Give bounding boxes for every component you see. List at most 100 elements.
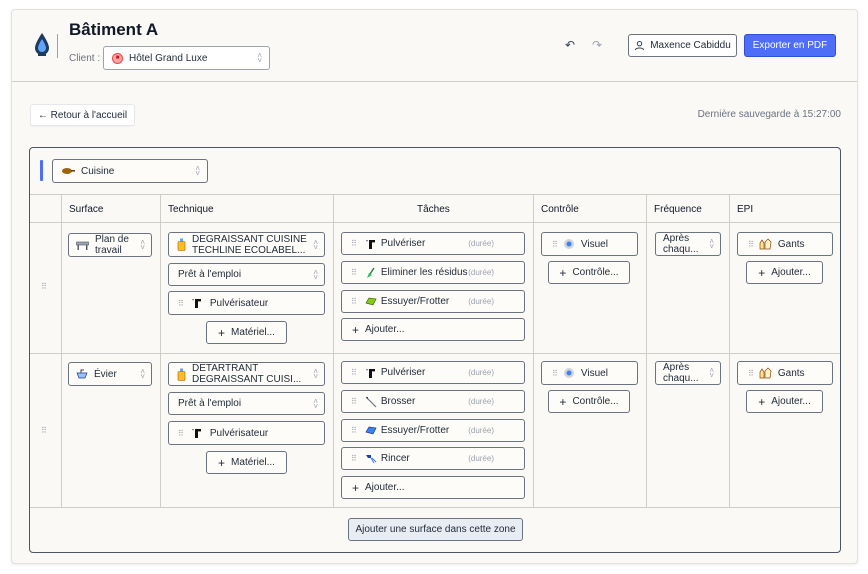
control-item[interactable]: ⠿ Visuel xyxy=(541,232,638,256)
surface-select[interactable]: Plan de travail ˄ ˅ xyxy=(68,233,152,257)
surface-line2: travail xyxy=(95,245,122,256)
last-save-status: Dernière sauvegarde à 15:27:00 xyxy=(697,109,841,120)
add-control-button[interactable]: + Contrôle... xyxy=(548,390,630,413)
undo-icon[interactable]: ↶ xyxy=(565,38,575,52)
frequency-select[interactable]: Après chaqu... ˄ ˅ xyxy=(655,361,721,385)
frequency-line1: Après xyxy=(663,362,690,373)
chevron-updown-icon: ˄ ˅ xyxy=(313,267,318,282)
drag-handle-icon[interactable]: ⠿ xyxy=(178,429,184,438)
zone-accent-bar xyxy=(40,160,43,181)
col-divider xyxy=(646,194,647,507)
hotel-icon: ■ xyxy=(112,52,123,64)
drag-handle-icon[interactable]: ⠿ xyxy=(41,282,47,291)
zone-select[interactable]: Cuisine ˄ ˅ xyxy=(52,159,208,183)
sink-icon xyxy=(76,369,88,379)
control-item[interactable]: ⠿ Visuel xyxy=(541,361,638,385)
surface-select[interactable]: Évier ˄ ˅ xyxy=(68,362,152,386)
app-window: Bâtiment A Client : ■ Hôtel Grand Luxe ˄… xyxy=(11,9,858,564)
chevron-updown-icon: ˄ ˅ xyxy=(313,396,318,411)
drag-handle-icon[interactable]: ⠿ xyxy=(178,299,184,308)
drag-handle-icon[interactable]: ⠿ xyxy=(552,240,558,249)
add-material-button[interactable]: + Matériel... xyxy=(206,451,287,474)
export-pdf-button[interactable]: Exporter en PDF xyxy=(744,34,836,57)
col-divider xyxy=(729,194,730,507)
material-item[interactable]: ⠿ Pulvérisateur xyxy=(168,421,325,445)
drag-handle-icon[interactable]: ⠿ xyxy=(351,426,357,435)
zone-name: Cuisine xyxy=(81,165,115,177)
drag-handle-icon[interactable]: ⠿ xyxy=(41,426,47,435)
material-name: Pulvérisateur xyxy=(209,427,269,439)
task-item[interactable]: ⠿ Brosser (durée) xyxy=(341,390,525,413)
epi-item[interactable]: ⠿ Gants xyxy=(737,361,833,385)
col-divider xyxy=(160,194,161,507)
task-duration[interactable]: (durée) xyxy=(468,297,494,306)
task-item[interactable]: ⠿ Pulvériser (durée) xyxy=(341,232,525,255)
surface-name: Évier xyxy=(94,368,117,380)
back-home-button[interactable]: ← Retour à l'accueil xyxy=(30,104,135,126)
task-name: Brosser xyxy=(380,396,416,407)
add-material-button[interactable]: + Matériel... xyxy=(206,321,287,344)
add-task-label: Ajouter... xyxy=(365,482,405,493)
add-epi-label: Ajouter... xyxy=(771,396,811,407)
add-control-button[interactable]: + Contrôle... xyxy=(548,261,630,284)
drag-handle-icon[interactable]: ⠿ xyxy=(748,240,754,249)
bottle-icon xyxy=(177,238,186,251)
add-surface-button[interactable]: Ajouter une surface dans cette zone xyxy=(348,518,523,541)
drag-handle-icon[interactable]: ⠿ xyxy=(351,239,357,248)
technique-line1: DEGRAISSANT CUISINE xyxy=(192,233,307,245)
add-epi-button[interactable]: + Ajouter... xyxy=(746,261,823,284)
task-item[interactable]: ⠿ Eliminer les résidus (durée) xyxy=(341,261,525,284)
control-name: Visuel xyxy=(580,367,608,379)
task-item[interactable]: ⠿ Rincer (durée) xyxy=(341,447,525,470)
technique-select[interactable]: DETARTRANT DEGRAISSANT CUISI... ˄ ˅ xyxy=(168,362,325,386)
technique-select[interactable]: DEGRAISSANT CUISINE TECHLINE ECOLABEL... … xyxy=(168,232,325,257)
add-epi-button[interactable]: + Ajouter... xyxy=(746,390,823,413)
drag-handle-icon[interactable]: ⠿ xyxy=(351,297,357,306)
task-duration[interactable]: (durée) xyxy=(468,368,494,377)
drag-handle-icon[interactable]: ⠿ xyxy=(748,369,754,378)
surface-line1: Plan de xyxy=(95,234,129,245)
plus-icon: + xyxy=(559,394,567,409)
drag-handle-icon[interactable]: ⠿ xyxy=(351,397,357,406)
page-header: Bâtiment A Client : ■ Hôtel Grand Luxe ˄… xyxy=(12,10,857,82)
task-item[interactable]: ⠿ Essuyer/Frotter (durée) xyxy=(341,290,525,313)
redo-icon[interactable]: ↷ xyxy=(592,38,602,52)
frequency-select[interactable]: Après chaqu... ˄ ˅ xyxy=(655,232,721,256)
table-header: Surface Technique Tâches Contrôle Fréque… xyxy=(30,194,840,223)
task-duration[interactable]: (durée) xyxy=(468,397,494,406)
col-divider xyxy=(533,194,534,507)
plus-icon: + xyxy=(758,265,766,280)
add-task-button[interactable]: + Ajouter... xyxy=(341,318,525,341)
plus-icon: + xyxy=(352,480,360,495)
dilution-select[interactable]: Prêt à l'emploi ˄ ˅ xyxy=(168,263,325,286)
drag-handle-icon[interactable]: ⠿ xyxy=(552,369,558,378)
drag-handle-icon[interactable]: ⠿ xyxy=(351,268,357,277)
task-duration[interactable]: (durée) xyxy=(468,426,494,435)
drag-handle-icon[interactable]: ⠿ xyxy=(351,454,357,463)
broom-icon xyxy=(366,267,375,278)
dilution-value: Prêt à l'emploi xyxy=(178,269,242,280)
task-duration[interactable]: (durée) xyxy=(468,268,494,277)
technique-line2: TECHLINE ECOLABEL... xyxy=(192,244,306,256)
material-item[interactable]: ⠿ Pulvérisateur xyxy=(168,291,325,315)
task-name: Essuyer/Frotter xyxy=(380,425,450,436)
task-duration[interactable]: (durée) xyxy=(468,239,494,248)
add-task-button[interactable]: + Ajouter... xyxy=(341,476,525,499)
client-value: Hôtel Grand Luxe xyxy=(129,52,208,64)
eye-icon xyxy=(563,239,574,249)
page-title: Bâtiment A xyxy=(69,20,159,39)
technique-line2: DEGRAISSANT CUISI... xyxy=(192,374,302,385)
client-select[interactable]: ■ Hôtel Grand Luxe ˄ ˅ xyxy=(103,46,270,70)
user-button[interactable]: Maxence Cabiddu xyxy=(628,34,737,57)
task-item[interactable]: ⠿ Essuyer/Frotter (durée) xyxy=(341,419,525,442)
chevron-updown-icon: ˄ ˅ xyxy=(195,164,200,178)
spray-icon xyxy=(366,368,376,378)
frequency-line2: chaqu... xyxy=(663,373,699,384)
epi-item[interactable]: ⠿ Gants xyxy=(737,232,833,256)
task-item[interactable]: ⠿ Pulvériser (durée) xyxy=(341,361,525,384)
dilution-select[interactable]: Prêt à l'emploi ˄ ˅ xyxy=(168,392,325,415)
plus-icon: + xyxy=(218,325,226,340)
row-divider xyxy=(30,353,840,354)
drag-handle-icon[interactable]: ⠿ xyxy=(351,368,357,377)
task-duration[interactable]: (durée) xyxy=(468,454,494,463)
